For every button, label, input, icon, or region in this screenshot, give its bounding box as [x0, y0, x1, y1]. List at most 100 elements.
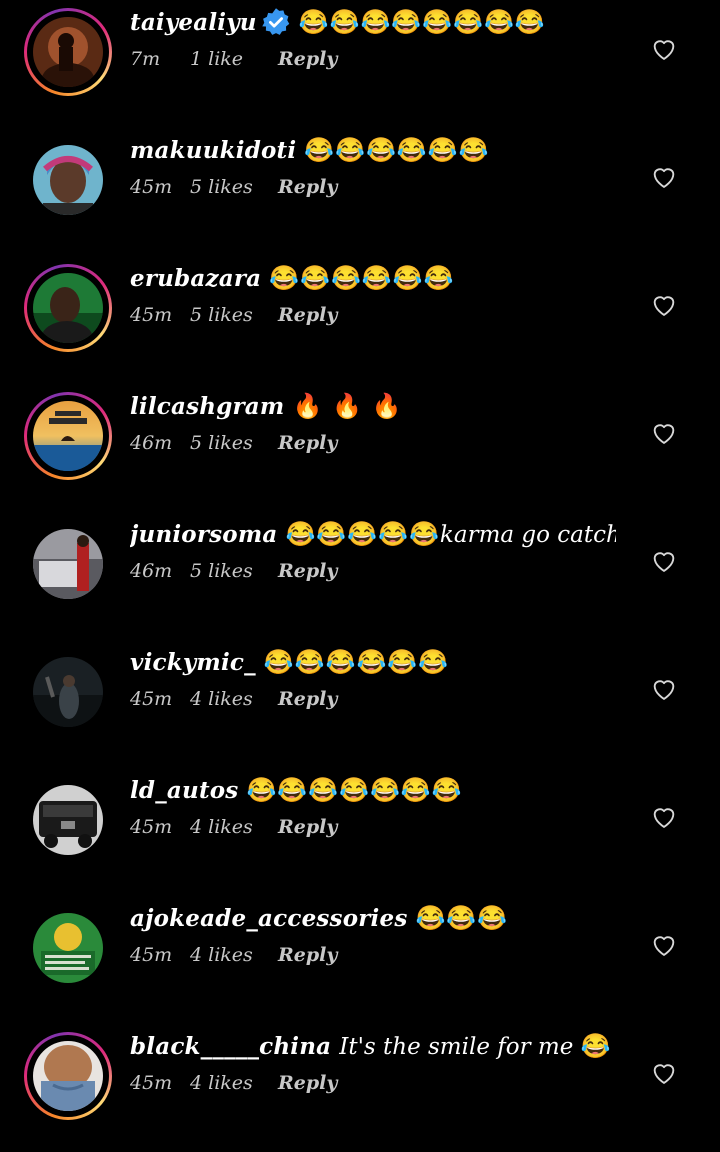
- comment-text-line: vickymic_ 😂😂😂😂😂😂: [130, 642, 616, 682]
- username[interactable]: ld_autos: [130, 777, 238, 804]
- heart-icon[interactable]: [650, 419, 678, 447]
- comment-item: taiyealiyu 😂😂😂😂😂😂😂😂 7m 1 like Reply: [0, 0, 720, 128]
- comment-meta: 45m 5 likes Reply: [130, 176, 337, 204]
- likes-count[interactable]: 5 likes: [190, 560, 278, 582]
- avatar-story-ring[interactable]: [24, 8, 112, 96]
- reply-button[interactable]: Reply: [278, 48, 337, 70]
- comment-meta: 46m 5 likes Reply: [130, 432, 337, 460]
- comment-item: lilcashgram 🔥 🔥 🔥 46m 5 likes Reply: [0, 384, 720, 512]
- comment-text-line: ld_autos 😂😂😂😂😂😂😂: [130, 770, 616, 810]
- likes-count[interactable]: 5 likes: [190, 432, 278, 454]
- comment-text-line: taiyealiyu 😂😂😂😂😂😂😂😂: [130, 2, 616, 42]
- username[interactable]: lilcashgram: [130, 393, 284, 420]
- comment-body: 😂😂😂😂😂😂😂😂: [299, 8, 546, 36]
- heart-icon[interactable]: [650, 547, 678, 575]
- emoji-text: 😂😂😂😂😂: [285, 520, 440, 548]
- timestamp: 45m: [130, 176, 173, 198]
- likes-count[interactable]: 4 likes: [190, 1072, 278, 1094]
- avatar[interactable]: [33, 657, 103, 727]
- reply-button[interactable]: Reply: [278, 560, 337, 582]
- comment-meta: 46m 5 likes Reply: [130, 560, 337, 588]
- likes-count[interactable]: 1 like: [190, 48, 278, 70]
- comment-meta: 45m 4 likes Reply: [130, 944, 337, 972]
- reply-button[interactable]: Reply: [278, 432, 337, 454]
- reply-button[interactable]: Reply: [278, 688, 337, 710]
- avatar[interactable]: [33, 913, 103, 983]
- username[interactable]: makuukidoti: [130, 137, 296, 164]
- likes-count[interactable]: 4 likes: [190, 816, 278, 838]
- reply-button[interactable]: Reply: [278, 304, 337, 326]
- emoji-text: 😂😂😂😂😂😂😂: [246, 776, 463, 804]
- reply-button[interactable]: Reply: [278, 944, 337, 966]
- comment-item: makuukidoti 😂😂😂😂😂😂 45m 5 likes Reply: [0, 128, 720, 256]
- heart-icon[interactable]: [650, 931, 678, 959]
- avatar[interactable]: [33, 273, 103, 343]
- comment-text: karma go catch am: [439, 522, 616, 548]
- timestamp: 7m: [130, 48, 161, 70]
- avatar-story-ring[interactable]: [24, 264, 112, 352]
- likes-count[interactable]: 4 likes: [190, 688, 278, 710]
- avatar[interactable]: [33, 1041, 103, 1111]
- comment-body: 🔥 🔥 🔥: [292, 392, 403, 420]
- comment-body: 😂😂😂😂😂karma go catch am: [285, 520, 617, 548]
- comment-meta: 45m 4 likes Reply: [130, 688, 337, 716]
- comment-text-line: juniorsoma 😂😂😂😂😂karma go catch am: [130, 514, 616, 554]
- avatar-wrapper[interactable]: [24, 776, 112, 864]
- comment-body: 😂😂😂😂😂😂😂: [246, 776, 463, 804]
- comment-body: 😂😂😂: [415, 904, 509, 932]
- reply-button[interactable]: Reply: [278, 176, 337, 198]
- comment-meta: 45m 4 likes Reply: [130, 816, 337, 844]
- comment-item: erubazara 😂😂😂😂😂😂 45m 5 likes Reply: [0, 256, 720, 384]
- avatar-wrapper[interactable]: [24, 904, 112, 992]
- comment-text-line: lilcashgram 🔥 🔥 🔥: [130, 386, 616, 426]
- username[interactable]: erubazara: [130, 265, 261, 292]
- username[interactable]: ajokeade_accessories: [130, 905, 407, 932]
- avatar[interactable]: [33, 145, 103, 215]
- emoji-text: 😂😂😂: [415, 904, 509, 932]
- heart-icon[interactable]: [650, 163, 678, 191]
- likes-count[interactable]: 4 likes: [190, 944, 278, 966]
- comment-body: 😂😂😂😂😂😂: [269, 264, 455, 292]
- comment-text-line: ajokeade_accessories 😂😂😂: [130, 898, 616, 938]
- verified-badge-icon: [261, 8, 289, 35]
- username[interactable]: vickymic_: [130, 649, 256, 676]
- comment-body: It's the smile for me 😂: [339, 1032, 612, 1060]
- timestamp: 46m: [130, 560, 173, 582]
- likes-count[interactable]: 5 likes: [190, 304, 278, 326]
- likes-count[interactable]: 5 likes: [190, 176, 278, 198]
- comment-text-line: erubazara 😂😂😂😂😂😂: [130, 258, 616, 298]
- timestamp: 45m: [130, 304, 173, 326]
- reply-button[interactable]: Reply: [278, 1072, 337, 1094]
- timestamp: 46m: [130, 432, 173, 454]
- timestamp: 45m: [130, 944, 173, 966]
- timestamp: 45m: [130, 688, 173, 710]
- heart-icon[interactable]: [650, 291, 678, 319]
- avatar-story-ring[interactable]: [24, 1032, 112, 1120]
- emoji-text: 😂: [580, 1032, 612, 1060]
- emoji-text: 😂😂😂😂😂😂: [269, 264, 455, 292]
- avatar-wrapper[interactable]: [24, 648, 112, 736]
- username[interactable]: black_____china: [130, 1033, 331, 1060]
- emoji-text: 😂😂😂😂😂😂: [304, 136, 490, 164]
- timestamp: 45m: [130, 1072, 173, 1094]
- comment-text-line: makuukidoti 😂😂😂😂😂😂: [130, 130, 616, 170]
- avatar[interactable]: [33, 17, 103, 87]
- heart-icon[interactable]: [650, 1059, 678, 1087]
- avatar[interactable]: [33, 785, 103, 855]
- avatar-story-ring[interactable]: [24, 392, 112, 480]
- heart-icon[interactable]: [650, 803, 678, 831]
- avatar-wrapper[interactable]: [24, 136, 112, 224]
- emoji-text: 😂😂😂😂😂😂: [263, 648, 450, 676]
- heart-icon[interactable]: [650, 35, 678, 63]
- comment-text: It's the smile for me: [339, 1034, 574, 1060]
- heart-icon[interactable]: [650, 675, 678, 703]
- avatar-wrapper[interactable]: [24, 520, 112, 608]
- comment-item: vickymic_ 😂😂😂😂😂😂 45m 4 likes Reply: [0, 640, 720, 768]
- avatar[interactable]: [33, 401, 103, 471]
- comment-item: ld_autos 😂😂😂😂😂😂😂 45m 4 likes Reply: [0, 768, 720, 896]
- avatar[interactable]: [33, 529, 103, 599]
- reply-button[interactable]: Reply: [278, 816, 337, 838]
- username[interactable]: taiyealiyu: [130, 9, 257, 36]
- username[interactable]: juniorsoma: [130, 521, 278, 548]
- emoji-text: 🔥 🔥 🔥: [292, 392, 403, 420]
